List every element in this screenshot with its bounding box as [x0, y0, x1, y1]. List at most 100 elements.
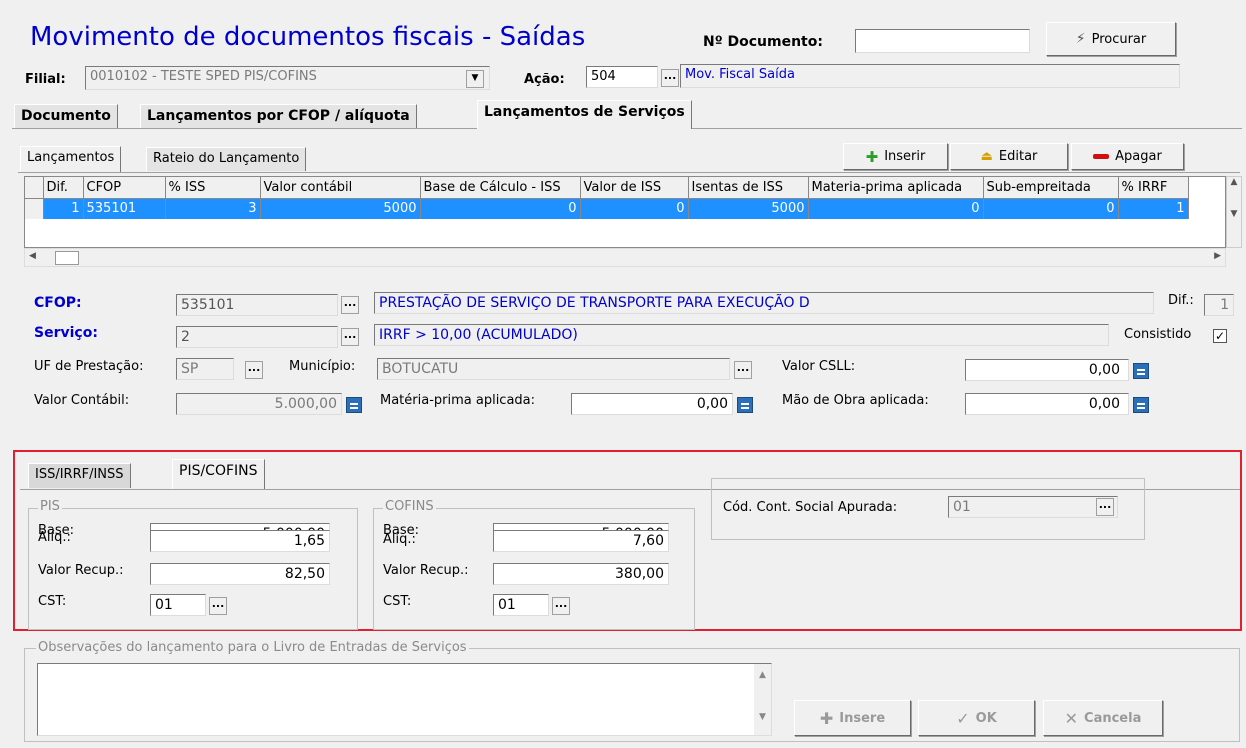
table-cell[interactable]: 535101 — [83, 198, 166, 219]
contabil-label: Valor Contábil: — [34, 393, 130, 408]
insere-button[interactable]: ✚ Insere — [794, 700, 911, 736]
scroll-thumb[interactable] — [55, 251, 79, 265]
table-row[interactable]: 1 535101 3 5000 0 0 5000 0 0 1 — [25, 198, 1189, 219]
pis-cst-input[interactable]: 01 — [150, 594, 206, 616]
innertab-iss[interactable]: ISS/IRRF/INSS — [28, 463, 131, 488]
consistido-checkbox[interactable]: ✓ — [1213, 329, 1227, 343]
acao-input[interactable]: 504 — [586, 66, 658, 88]
edit-button[interactable]: ⏏ Editar — [950, 143, 1068, 170]
grid-header-cell[interactable]: Isentas de ISS — [688, 177, 809, 199]
grid-table: Dif. CFOP % ISS Valor contábil Base de C… — [25, 177, 1189, 219]
scroll-up-icon[interactable]: ▲ — [1227, 177, 1241, 187]
plus-icon: ✚ — [819, 708, 834, 728]
cancela-button[interactable]: ✕ Cancela — [1043, 700, 1163, 736]
grid-indicator-header — [25, 177, 44, 199]
grid-header-cell[interactable]: Base de Cálculo - ISS — [420, 177, 581, 199]
table-cell[interactable]: 5000 — [260, 198, 421, 219]
pis-aliq-label: Alíq.: — [38, 530, 71, 545]
delete-button[interactable]: Apagar — [1071, 143, 1184, 170]
subtab-rateio[interactable]: Rateio do Lançamento — [146, 147, 307, 171]
insert-button[interactable]: ✚ Inserir — [843, 143, 948, 170]
grid-header-cell[interactable]: Valor contábil — [260, 177, 421, 199]
pis-valor-input[interactable]: 82,50 — [150, 563, 330, 585]
cfop-input[interactable]: 535101 — [176, 294, 338, 316]
servico-lookup-button[interactable]: ... — [341, 328, 359, 346]
doc-number-input[interactable] — [855, 29, 1030, 53]
scroll-left-icon[interactable]: ◀ — [29, 251, 36, 261]
grid-header-cell[interactable]: % IRRF — [1118, 177, 1189, 199]
municipio-input[interactable]: BOTUCATU — [377, 358, 730, 380]
cofins-cst-lookup-button[interactable]: ... — [552, 597, 570, 615]
dif-input[interactable]: 1 — [1204, 294, 1234, 316]
table-cell[interactable]: 0 — [580, 198, 689, 219]
acao-label: Ação: — [524, 72, 565, 87]
filial-label: Filial: — [25, 72, 66, 87]
table-cell[interactable]: 0 — [808, 198, 984, 219]
subtab-line — [18, 172, 1240, 173]
social-lookup-button[interactable]: ... — [1096, 498, 1114, 516]
uf-lookup-button[interactable]: ... — [245, 361, 263, 379]
scroll-down-icon[interactable]: ▼ — [754, 712, 771, 722]
municipio-lookup-button[interactable]: ... — [734, 361, 752, 379]
contabil-input[interactable]: 5.000,00 — [176, 393, 342, 415]
pis-cst-lookup-button[interactable]: ... — [209, 597, 227, 615]
table-cell[interactable]: 0 — [983, 198, 1119, 219]
calculator-icon[interactable] — [1133, 363, 1149, 379]
eject-icon: ⏏ — [980, 149, 993, 164]
municipio-label: Município: — [289, 359, 356, 374]
obs-textarea[interactable]: ▲ ▼ — [37, 663, 772, 736]
table-cell[interactable]: 0 — [420, 198, 581, 219]
servico-description: IRRF > 10,00 (ACUMULADO) — [374, 324, 1109, 346]
cofins-aliq-input[interactable]: 7,60 — [493, 530, 669, 552]
grid-header-cell[interactable]: % ISS — [165, 177, 261, 199]
csll-input[interactable]: 0,00 — [965, 359, 1129, 381]
table-cell[interactable]: 1 — [43, 198, 84, 219]
calculator-icon[interactable] — [737, 397, 753, 413]
grid-header-row: Dif. CFOP % ISS Valor contábil Base de C… — [25, 177, 1189, 199]
dif-label: Dif.: — [1168, 293, 1194, 308]
grid-header-cell[interactable]: Sub-empreitada — [983, 177, 1119, 199]
filial-select[interactable]: 0010102 - TESTE SPED PIS/COFINS — [85, 66, 490, 90]
calculator-icon[interactable] — [1133, 397, 1149, 413]
vertical-scrollbar[interactable]: ▲ ▼ — [1226, 176, 1242, 248]
tab-lancamentos-cfop[interactable]: Lançamentos por CFOP / alíquota — [140, 104, 417, 128]
mao-input[interactable]: 0,00 — [965, 393, 1129, 415]
cofins-valor-input[interactable]: 380,00 — [493, 563, 669, 585]
innertab-pis-cofins[interactable]: PIS/COFINS — [172, 459, 265, 489]
table-cell[interactable]: 1 — [1118, 198, 1189, 219]
grid-header-cell[interactable]: Dif. — [43, 177, 84, 199]
calculator-icon[interactable] — [346, 397, 362, 413]
pis-aliq-input[interactable]: 1,65 — [150, 530, 330, 552]
social-label: Cód. Cont. Social Apurada: — [723, 500, 898, 515]
materia-input[interactable]: 0,00 — [571, 393, 733, 415]
cofins-cst-input[interactable]: 01 — [493, 594, 549, 616]
scroll-down-icon[interactable]: ▼ — [1227, 209, 1241, 219]
grid-header-cell[interactable]: Valor de ISS — [580, 177, 689, 199]
scroll-up-icon[interactable]: ▲ — [754, 670, 771, 680]
uf-input[interactable]: SP — [176, 358, 234, 380]
tab-lancamentos-servicos[interactable]: Lançamentos de Serviços — [477, 100, 692, 129]
servico-input[interactable]: 2 — [176, 326, 338, 348]
scroll-right-icon[interactable]: ▶ — [1214, 251, 1221, 261]
search-button[interactable]: ⚡ Procurar — [1046, 22, 1176, 56]
table-cell[interactable]: 3 — [165, 198, 261, 219]
cfop-description: PRESTAÇÃO DE SERVIÇO DE TRANSPORTE PARA … — [374, 292, 1154, 314]
cofins-valor-label: Valor Recup.: — [383, 563, 469, 578]
grid[interactable]: Dif. CFOP % ISS Valor contábil Base de C… — [24, 176, 1226, 248]
acao-lookup-button[interactable]: ... — [661, 69, 679, 87]
acao-description: Mov. Fiscal Saída — [680, 64, 1180, 88]
ok-button[interactable]: ✓ OK — [918, 700, 1035, 736]
chevron-down-icon[interactable]: ▼ — [466, 70, 484, 88]
tab-documento[interactable]: Documento — [14, 104, 118, 128]
obs-title: Observações do lançamento para o Livro d… — [36, 640, 469, 655]
cfop-lookup-button[interactable]: ... — [341, 296, 359, 314]
obs-scrollbar[interactable]: ▲ ▼ — [754, 664, 771, 735]
horizontal-scrollbar[interactable]: ◀ ▶ — [24, 248, 1226, 267]
grid-header-cell[interactable]: CFOP — [83, 177, 166, 199]
subtab-lancamentos[interactable]: Lançamentos — [20, 146, 122, 172]
cofins-group-title: COFINS — [383, 499, 436, 514]
social-input[interactable]: 01 — [948, 496, 1118, 518]
table-cell[interactable]: 5000 — [688, 198, 809, 219]
grid-header-cell[interactable]: Materia-prima aplicada — [808, 177, 984, 199]
check-icon: ✓ — [956, 708, 970, 728]
